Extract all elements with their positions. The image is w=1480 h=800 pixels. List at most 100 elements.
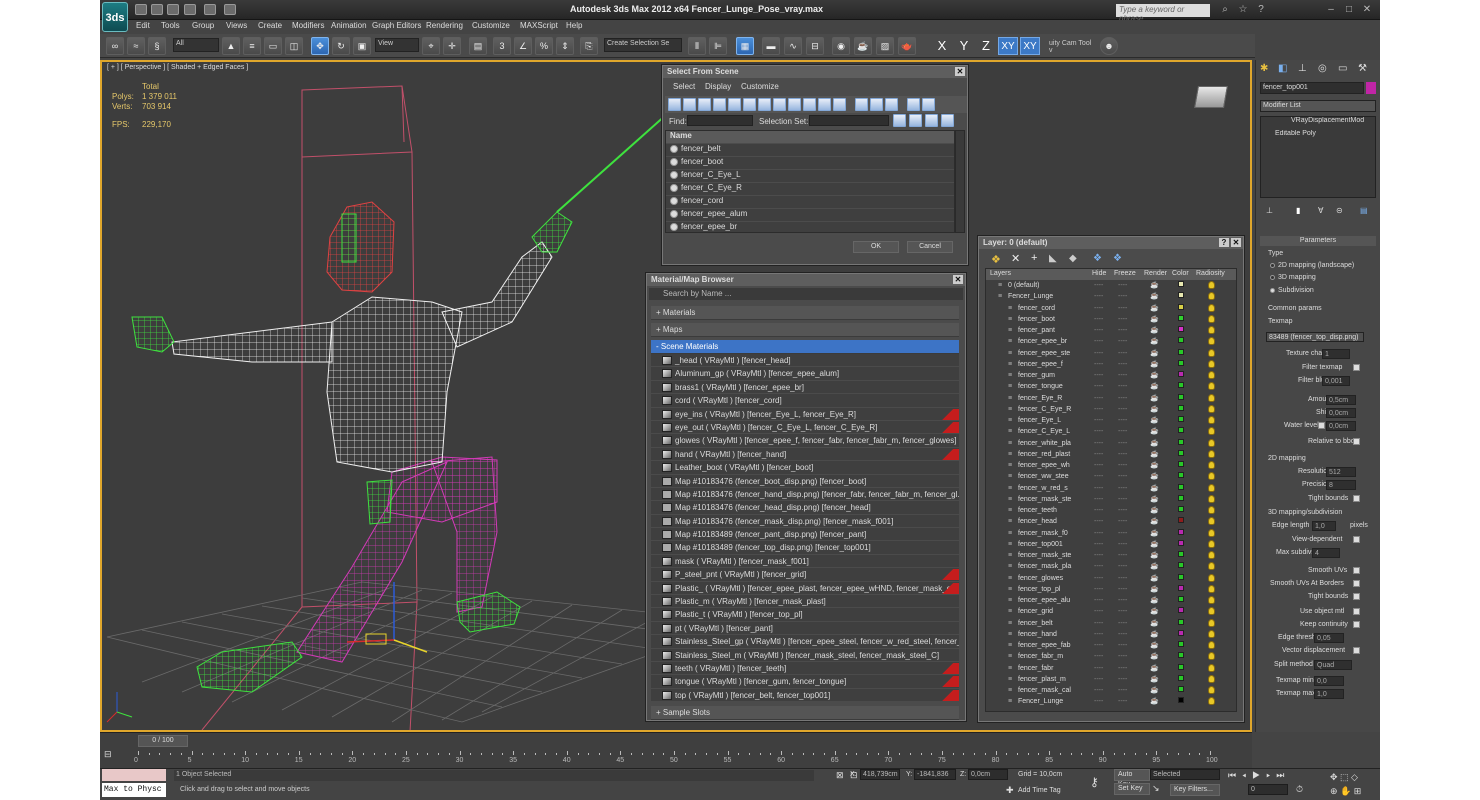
hide-toggle[interactable]: ---- xyxy=(1094,618,1103,629)
radiosity-bulb-icon[interactable] xyxy=(1208,641,1215,649)
render-teapot-icon[interactable]: ☕ xyxy=(1150,460,1159,471)
display-helpers-icon[interactable] xyxy=(728,98,741,111)
selection-set-dropdown[interactable] xyxy=(809,115,889,126)
stack-item-editable-poly[interactable]: Editable Poly xyxy=(1261,130,1375,143)
layer-row[interactable]: fencer_hand ≡ ---- ---- ☕ xyxy=(986,629,1236,640)
align-icon[interactable]: ⊫ xyxy=(709,37,727,55)
utilities-tab-icon[interactable]: ⚒ xyxy=(1358,63,1367,74)
curve-editor-icon[interactable]: ∿ xyxy=(784,37,802,55)
display-frozen-icon[interactable] xyxy=(818,98,831,111)
layer-row[interactable]: fencer_epee_br ≡ ---- ---- ☕ xyxy=(986,336,1236,347)
select-move-icon[interactable]: ✥ xyxy=(311,37,329,55)
layer-color-swatch[interactable] xyxy=(1178,483,1184,490)
render-teapot-icon[interactable]: ☕ xyxy=(1150,584,1159,595)
vector-disp-checkbox[interactable] xyxy=(1353,647,1360,654)
scene-material-row[interactable]: Map #10183476 (fencer_head_disp.png) [fe… xyxy=(651,501,959,515)
menu-select[interactable]: Select xyxy=(673,82,695,91)
freeze-toggle[interactable]: ---- xyxy=(1118,685,1127,696)
type-subdivision-radio[interactable]: Subdivision xyxy=(1270,287,1314,294)
scene-material-row[interactable]: top ( VRayMtl ) [fencer_belt, fencer_top… xyxy=(651,688,959,703)
hide-toggle[interactable]: ---- xyxy=(1094,348,1103,359)
radiosity-bulb-icon[interactable] xyxy=(1208,393,1215,402)
close-button[interactable]: ✕ xyxy=(1358,2,1376,17)
layer-row[interactable]: fencer_teeth ≡ ---- ---- ☕ xyxy=(986,505,1236,516)
scene-material-row[interactable]: eye_out ( VRayMtl ) [fencer_C_Eye_L, fen… xyxy=(651,420,959,435)
layer-row[interactable]: fencer_fabr_m ≡ ---- ---- ☕ xyxy=(986,651,1236,662)
section-maps[interactable]: + Maps xyxy=(651,323,959,337)
scene-material-row[interactable]: P_steel_pnt ( VRayMtl ) [fencer_grid] xyxy=(651,568,959,582)
scene-material-row[interactable]: glowes ( VRayMtl ) [fencer_epee_f, fence… xyxy=(651,434,959,448)
teapot-icon[interactable]: ☻ xyxy=(1100,37,1118,55)
display-shapes-icon[interactable] xyxy=(683,98,696,111)
tight-bounds-checkbox[interactable] xyxy=(1353,495,1360,502)
layer-row[interactable]: fencer_mask_cal ≡ ---- ---- ☕ xyxy=(986,685,1236,696)
display-xrefs-icon[interactable] xyxy=(773,98,786,111)
scene-material-row[interactable]: tongue ( VRayMtl ) [fencer_gum, fencer_t… xyxy=(651,675,959,689)
layer-row[interactable]: Fencer_Lunge ≡ ---- ---- ☕ xyxy=(986,696,1236,707)
render-teapot-icon[interactable]: ☕ xyxy=(1150,348,1159,359)
scene-material-row[interactable]: Map #10183476 (fencer_hand_disp.png) [fe… xyxy=(651,487,959,502)
layer-manager-icon[interactable]: ▦ xyxy=(736,37,754,55)
layer-row[interactable]: fencer_plast_m ≡ ---- ---- ☕ xyxy=(986,674,1236,685)
link-icon[interactable]: ∞ xyxy=(106,37,124,55)
radiosity-bulb-icon[interactable] xyxy=(1208,618,1215,627)
menu-customize[interactable]: Customize xyxy=(472,21,510,30)
select-all-icon[interactable] xyxy=(893,114,906,127)
filter-icon[interactable] xyxy=(907,98,920,111)
reference-coordinate-dropdown[interactable]: View xyxy=(375,38,419,52)
scene-material-row[interactable]: Plastic_ ( VRayMtl ) [fencer_epee_plast,… xyxy=(651,581,959,596)
hide-toggle[interactable]: ---- xyxy=(1094,606,1103,617)
column-color[interactable]: Color xyxy=(1172,270,1189,277)
layer-color-swatch[interactable] xyxy=(1178,472,1184,479)
hide-toggle[interactable]: ---- xyxy=(1094,359,1103,370)
render-teapot-icon[interactable]: ☕ xyxy=(1150,629,1159,640)
hide-toggle[interactable]: ---- xyxy=(1094,483,1103,494)
key-filters-button[interactable]: Key Filters... xyxy=(1170,784,1220,796)
hide-toggle[interactable]: ---- xyxy=(1094,471,1103,482)
render-teapot-icon[interactable]: ☕ xyxy=(1150,449,1159,460)
render-teapot-icon[interactable]: ☕ xyxy=(1150,663,1159,674)
delete-layer-icon[interactable]: ✕ xyxy=(1011,252,1020,265)
radiosity-bulb-icon[interactable] xyxy=(1208,483,1215,492)
texture-chan-input[interactable]: 1 xyxy=(1322,349,1350,359)
scene-object-row[interactable]: fencer_epee_br xyxy=(666,222,954,235)
x-coordinate[interactable]: 418,739cm xyxy=(860,769,900,780)
layer-color-swatch[interactable] xyxy=(1178,427,1184,434)
modifier-list-dropdown[interactable]: Modifier List xyxy=(1260,100,1376,112)
radiosity-bulb-icon[interactable] xyxy=(1208,314,1215,323)
y-coordinate[interactable]: -1841,836 xyxy=(914,769,956,780)
display-spacewarps-icon[interactable] xyxy=(743,98,756,111)
render-teapot-icon[interactable]: ☕ xyxy=(1150,674,1159,685)
hide-toggle[interactable]: ---- xyxy=(1094,303,1103,314)
menu-maxscript[interactable]: MAXScript xyxy=(520,21,558,30)
axis-y-button[interactable]: Y xyxy=(954,37,974,55)
hide-toggle[interactable]: ---- xyxy=(1094,460,1103,471)
precision-input[interactable]: 8 xyxy=(1326,480,1356,490)
edit-named-selection-icon[interactable]: ⎘ xyxy=(580,37,598,55)
menu-edit[interactable]: Edit xyxy=(136,21,150,30)
texmap-min-input[interactable]: 0,0 xyxy=(1314,676,1344,686)
use-object-mtl-checkbox[interactable] xyxy=(1353,608,1360,615)
menu-help[interactable]: Help xyxy=(566,21,582,30)
resolution-input[interactable]: 512 xyxy=(1326,467,1356,477)
freeze-toggle[interactable]: ---- xyxy=(1118,640,1127,651)
amount-input[interactable]: 0,5cm xyxy=(1326,395,1356,405)
render-teapot-icon[interactable]: ☕ xyxy=(1150,370,1159,381)
freeze-toggle[interactable]: ---- xyxy=(1118,325,1127,336)
radiosity-bulb-icon[interactable] xyxy=(1208,292,1215,301)
hide-toggle[interactable]: ---- xyxy=(1094,325,1103,336)
new-icon[interactable] xyxy=(135,4,147,15)
layer-row[interactable]: fencer_gum ≡ ---- ---- ☕ xyxy=(986,370,1236,381)
hide-toggle[interactable]: ---- xyxy=(1094,404,1103,415)
app-logo-icon[interactable]: 3ds xyxy=(102,2,128,32)
radiosity-bulb-icon[interactable] xyxy=(1208,663,1215,672)
scene-material-row[interactable]: Plastic_m ( VRayMtl ) [fencer_mask_plast… xyxy=(651,595,959,609)
layer-color-swatch[interactable] xyxy=(1178,618,1184,625)
layer-color-swatch[interactable] xyxy=(1178,348,1184,355)
pin-stack-icon[interactable]: ⊥ xyxy=(1266,206,1273,215)
texmap-button[interactable]: 83489 (fencer_top_disp.png) xyxy=(1266,332,1364,342)
layer-row[interactable]: fencer_epee_ste ≡ ---- ---- ☕ xyxy=(986,348,1236,359)
menu-graph-editors[interactable]: Graph Editors xyxy=(372,21,421,30)
layer-color-swatch[interactable] xyxy=(1178,528,1184,535)
keyboard-shortcut-icon[interactable]: ▤ xyxy=(469,37,487,55)
